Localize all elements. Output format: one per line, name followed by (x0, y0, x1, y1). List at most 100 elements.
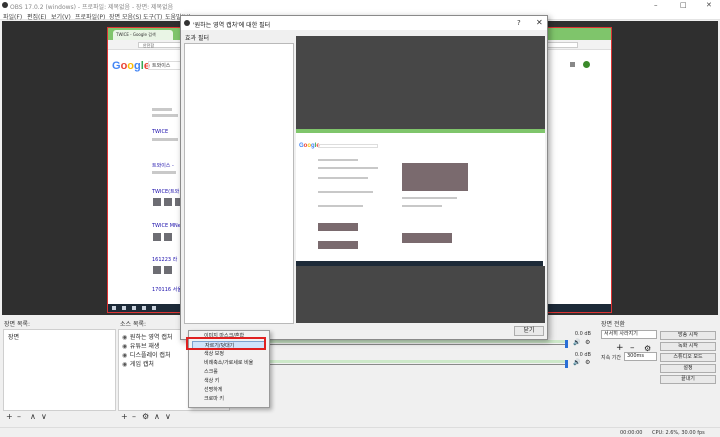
start-streaming-button[interactable]: 방송 시작 (660, 331, 716, 340)
result-line (318, 205, 363, 207)
google-logo: Google (112, 60, 150, 72)
source-item[interactable]: ◉ 원하는 영역 캡처 (122, 332, 172, 341)
eye-icon[interactable]: ◉ (122, 352, 128, 359)
result-line (402, 205, 442, 207)
close-button[interactable]: ✕ (706, 1, 712, 9)
image-strip (318, 223, 358, 231)
remove-source-button[interactable]: – (132, 412, 136, 421)
dialog-close-icon[interactable]: ✕ (536, 18, 543, 27)
menu-item-sharpen[interactable]: 선명하게 (192, 386, 266, 394)
gear-icon[interactable]: ⚙ (585, 339, 590, 346)
menu-item-chroma-key[interactable]: 크로마 키 (192, 395, 266, 403)
volume-slider[interactable] (236, 364, 566, 365)
menu-scene-collection[interactable]: 장면 모음(S) (109, 12, 141, 21)
effect-filters-label: 효과 필터 (185, 35, 209, 42)
taskbar-icon (132, 306, 136, 310)
eye-icon[interactable]: ◉ (122, 361, 128, 368)
result-thumbnail (153, 233, 161, 241)
stream-time: 00:00:00 (620, 430, 643, 436)
duration-input[interactable]: 300ms (624, 352, 657, 361)
menu-item-color-key[interactable]: 색상 키 (192, 377, 266, 385)
mixer-db-readout: 0.0 dB (574, 331, 591, 337)
audio-mixer: 0.0 dB 🔊 ⚙ 0.0 dB 🔊 ⚙ (233, 329, 597, 423)
captured-tab: TWICE - Google 검색 (113, 30, 173, 40)
settings-button[interactable]: 설정 (660, 364, 716, 373)
start-recording-button[interactable]: 녹화 시작 (660, 342, 716, 351)
transitions-panel: 서서히 사라지기 + – ⚙ 지속 기간 300ms (600, 329, 658, 423)
eye-icon[interactable]: ◉ (122, 343, 128, 350)
source-item[interactable]: ◉ 유튜브 재생 (122, 341, 159, 350)
studio-mode-button[interactable]: 스튜디오 모드 (660, 353, 716, 362)
filter-preview: Google (296, 36, 545, 323)
result-line (318, 191, 373, 193)
duration-label: 지속 기간 (601, 355, 621, 361)
remove-scene-button[interactable]: – (17, 412, 21, 421)
effect-filters-list[interactable] (184, 43, 294, 324)
volume-meter (236, 360, 566, 363)
menu-edit[interactable]: 편집(E) (27, 12, 47, 21)
source-item[interactable]: ◉ 게임 캡처 (122, 359, 154, 368)
menu-item-color-correction[interactable]: 색상 보정 (192, 350, 266, 358)
menu-file[interactable]: 파일(F) (3, 12, 22, 21)
window-titlebar: OBS 17.0.2 (windows) - 프로파일: 제목없음 - 장면: … (0, 0, 720, 11)
result-link: TWICE (152, 129, 169, 135)
exit-button[interactable]: 끝내기 (660, 375, 716, 384)
result-line (152, 108, 172, 111)
help-button[interactable]: ? (517, 19, 521, 27)
source-label: 디스플레이 캡처 (129, 352, 171, 359)
captured-taskbar (296, 261, 543, 266)
result-line (318, 177, 368, 179)
source-settings-icon[interactable]: ⚙ (142, 412, 149, 421)
mixer-db-readout: 0.0 dB (574, 352, 591, 358)
cpu-fps-readout: CPU: 2.6%, 30.00 fps (652, 430, 705, 436)
taskbar-icon (152, 306, 156, 310)
menu-item-scaling-aspect[interactable]: 비례축소/가로세로 비율 (192, 359, 266, 367)
scene-item[interactable]: 장면 (8, 332, 20, 341)
volume-slider[interactable] (236, 344, 566, 345)
volume-slider-handle[interactable] (565, 340, 568, 348)
source-label: 원하는 영역 캡처 (129, 334, 173, 341)
volume-slider-handle[interactable] (565, 360, 568, 368)
gear-icon[interactable]: ⚙ (585, 359, 590, 366)
move-source-down-button[interactable]: ∨ (165, 412, 171, 421)
eye-icon[interactable]: ◉ (122, 334, 128, 341)
scenes-title: 장면 목록: (4, 321, 31, 328)
speaker-icon[interactable]: 🔊 (573, 359, 580, 366)
filter-preview-image: Google (296, 129, 545, 266)
minimize-button[interactable]: – (654, 1, 658, 9)
result-line (152, 171, 176, 174)
result-thumbnail (153, 266, 161, 274)
result-thumbnail (164, 266, 172, 274)
obs-logo-icon (2, 2, 8, 8)
add-source-button[interactable]: + (121, 412, 128, 421)
move-scene-up-button[interactable]: ∧ (30, 412, 36, 421)
source-item[interactable]: ◉ 디스플레이 캡처 (122, 350, 170, 359)
menu-view[interactable]: 보기(V) (51, 12, 71, 21)
filters-dialog: '원하는 영역 캡처'에 대한 필터 ? ✕ 효과 필터 Google 닫기 (180, 15, 548, 340)
menu-profile[interactable]: 프로파일(P) (75, 12, 105, 21)
image-strip (318, 241, 358, 249)
move-scene-down-button[interactable]: ∨ (41, 412, 47, 421)
sources-title: 소스 목록: (120, 321, 147, 328)
result-link: TWICE MNe (152, 223, 181, 229)
result-link: 트와이스 - (152, 163, 174, 169)
add-transition-button[interactable]: + (616, 343, 624, 353)
obs-logo-icon (184, 20, 190, 26)
transition-type-select[interactable]: 서서히 사라지기 (601, 330, 657, 339)
source-label: 게임 캡처 (129, 361, 154, 368)
close-dialog-button[interactable]: 닫기 (514, 326, 544, 336)
result-line (152, 138, 178, 141)
volume-meter (236, 340, 566, 343)
result-line (152, 114, 178, 117)
menu-item-scroll[interactable]: 스크롤 (192, 368, 266, 376)
speaker-icon[interactable]: 🔊 (573, 339, 580, 346)
taskbar-icon (122, 306, 126, 310)
result-thumbnail (164, 233, 172, 241)
transitions-title: 장면 전환 (601, 321, 625, 328)
maximize-button[interactable]: □ (680, 1, 687, 9)
move-source-up-button[interactable]: ∧ (154, 412, 160, 421)
add-scene-button[interactable]: + (6, 412, 13, 421)
result-thumbnail (164, 198, 172, 206)
scenes-list[interactable]: 장면 (3, 329, 116, 411)
menu-tools[interactable]: 도구(T) (143, 12, 162, 21)
